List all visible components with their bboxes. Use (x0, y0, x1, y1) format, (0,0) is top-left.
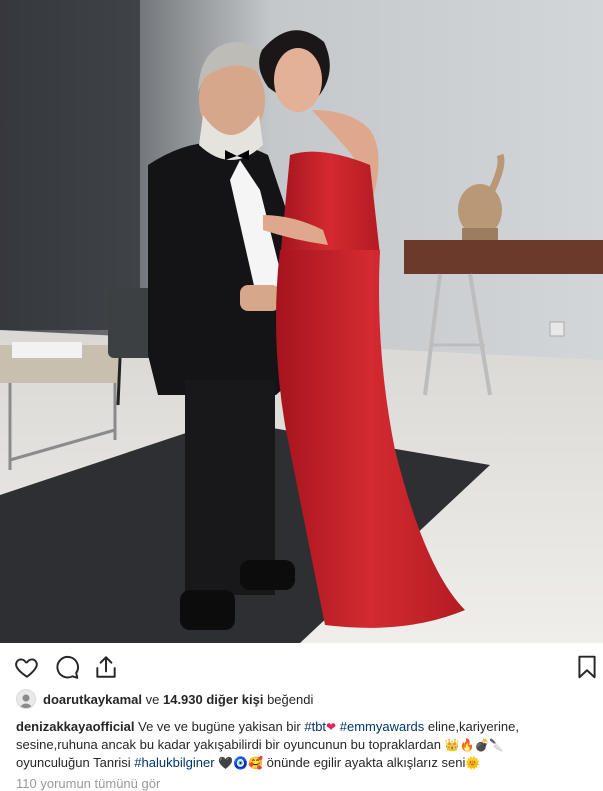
heart-emoji: ❤ (326, 720, 337, 734)
avatar[interactable] (16, 689, 36, 709)
caption-text: önünde egilir ayakta alkışlarız seni (266, 755, 466, 770)
user-avatar-icon (19, 694, 33, 708)
caption-text: oyunculuğun Tanrisi (16, 755, 131, 770)
caption-line-2: sesine,ruhuna ancak bu kadar yakışabilir… (16, 736, 596, 754)
crown-fire-bomb-knife-emoji: 👑🔥💣🔪 (444, 738, 505, 752)
likes-suffix: beğendi (267, 691, 314, 707)
caption-author[interactable]: denizakkayaofficial (16, 719, 135, 734)
post-photo[interactable] (0, 0, 603, 643)
likes-row: doarutkaykamal ve 14.930 diğer kişi beğe… (16, 688, 313, 710)
post-caption: denizakkayaofficial Ve ve ve bugüne yaki… (16, 718, 596, 772)
comment-button[interactable] (54, 654, 80, 680)
hashtag-tbt[interactable]: #tbt (304, 719, 326, 734)
hashtag-halukbilginer[interactable]: #halukbilginer (134, 755, 214, 770)
action-bar (0, 643, 603, 689)
likes-connector: ve (145, 691, 160, 707)
save-button[interactable] (574, 654, 600, 680)
liker-username[interactable]: doarutkaykamal (43, 692, 142, 707)
hashtag-emmyawards[interactable]: #emmyawards (340, 719, 425, 734)
sun-emoji: 🌞 (465, 756, 481, 770)
caption-text: sesine,ruhuna ancak bu kadar yakışabilir… (16, 737, 441, 752)
caption-text: eline,kariyerine, (427, 719, 519, 734)
heart-icon (15, 658, 38, 678)
view-all-comments-link[interactable]: 110 yorumun tümünü gör (16, 776, 160, 791)
likes-count[interactable]: 14.930 diğer kişi (163, 692, 263, 707)
share-icon (96, 656, 116, 678)
comment-icon (56, 655, 79, 679)
caption-line-3: oyunculuğun Tanrisi #halukbilginer 🖤🧿🥰 ö… (16, 754, 596, 772)
share-button[interactable] (93, 654, 119, 680)
caption-text: Ve ve ve bugüne yakisan bir (138, 719, 301, 734)
heart-nazar-smile-emoji: 🖤🧿🥰 (218, 756, 263, 770)
caption-line-1: denizakkayaofficial Ve ve ve bugüne yaki… (16, 718, 596, 736)
like-button[interactable] (14, 654, 40, 680)
photo-scene (0, 0, 603, 643)
bookmark-icon (578, 655, 596, 679)
